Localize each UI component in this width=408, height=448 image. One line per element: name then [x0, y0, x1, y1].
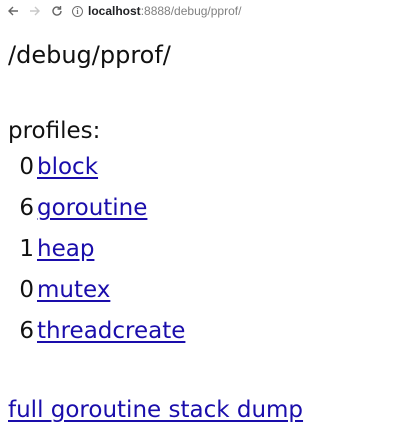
url-host: localhost: [88, 4, 141, 18]
profile-count: 1: [19, 236, 34, 262]
profile-row: 6 goroutine: [10, 194, 185, 235]
profiles-label: profiles:: [8, 118, 101, 144]
profile-row: 0 mutex: [10, 276, 185, 317]
profile-link-goroutine[interactable]: goroutine: [37, 194, 147, 222]
profile-count: 0: [19, 277, 34, 303]
url-path: :8888/debug/pprof/: [140, 4, 242, 18]
back-arrow-icon[interactable]: [2, 0, 24, 22]
page-title: /debug/pprof/: [8, 41, 171, 69]
profile-row: 1 heap: [10, 235, 185, 276]
info-icon[interactable]: i: [72, 5, 83, 17]
full-dump-container: full goroutine stack dump: [8, 396, 303, 424]
profile-count: 6: [19, 195, 34, 221]
profile-link-threadcreate[interactable]: threadcreate: [37, 317, 185, 345]
profile-link-heap[interactable]: heap: [37, 235, 94, 263]
browser-toolbar: i localhost:8888/debug/pprof/: [0, 0, 408, 22]
profile-count: 0: [19, 154, 34, 180]
address-bar[interactable]: i localhost:8888/debug/pprof/: [72, 0, 241, 22]
profile-row: 0 block: [10, 153, 185, 194]
reload-icon[interactable]: [46, 0, 68, 22]
profile-link-mutex[interactable]: mutex: [37, 276, 110, 304]
page-content: /debug/pprof/ profiles: 0 block 6 gorout…: [0, 22, 408, 448]
profile-count: 6: [19, 318, 34, 344]
profiles-table: 0 block 6 goroutine 1 heap 0 mutex 6 thr…: [10, 153, 185, 358]
full-goroutine-dump-link[interactable]: full goroutine stack dump: [8, 397, 303, 423]
forward-arrow-icon[interactable]: [24, 0, 46, 22]
profile-row: 6 threadcreate: [10, 317, 185, 358]
profile-link-block[interactable]: block: [37, 153, 98, 181]
